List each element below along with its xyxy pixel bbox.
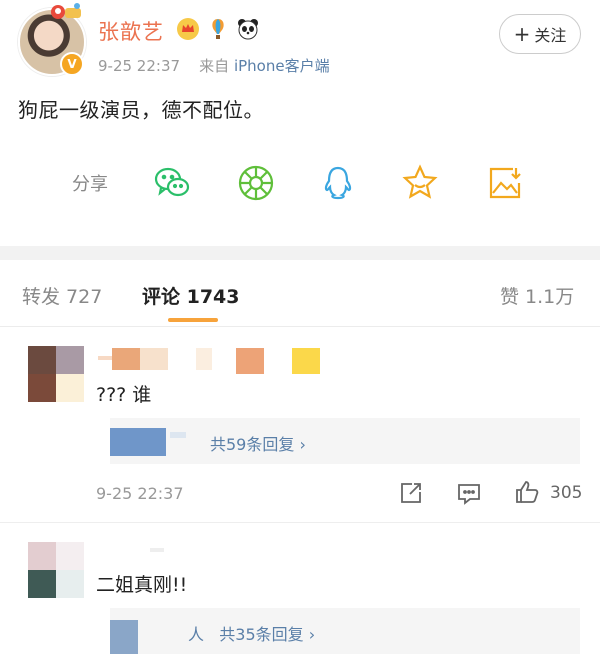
- commenter-name-redacted[interactable]: [98, 348, 320, 374]
- username[interactable]: 张歆艺: [98, 16, 164, 46]
- reply-summary[interactable]: 人 共35条回复 ›: [110, 608, 580, 654]
- save-image-icon[interactable]: [485, 163, 525, 203]
- reply-count-link[interactable]: 共59条回复 ›: [210, 431, 306, 455]
- crown-badge-icon: [177, 18, 199, 40]
- reply-comment-icon[interactable]: [456, 480, 482, 506]
- user-badges: [176, 17, 260, 41]
- chevron-right-icon: ›: [299, 435, 306, 454]
- tab-repost[interactable]: 转发 727: [22, 282, 102, 309]
- plus-icon: +: [513, 22, 531, 46]
- reply-avatar-redacted: [110, 620, 138, 654]
- comment-avatar[interactable]: [28, 542, 84, 598]
- reply-count-text: 共59条回复: [210, 435, 295, 454]
- post-timestamp: 9-25 22:37: [98, 57, 181, 75]
- comment-text: ??? 谁: [96, 384, 152, 406]
- comment-timestamp: 9-25 22:37: [96, 484, 184, 503]
- moments-icon[interactable]: [236, 163, 276, 203]
- post-source[interactable]: iPhone客户端: [234, 57, 330, 75]
- tab-comments[interactable]: 评论 1743: [142, 282, 240, 309]
- reply-count-link[interactable]: 人 共35条回复 ›: [188, 621, 315, 645]
- comment-text: 二姐真刚!!: [96, 574, 188, 596]
- comment-avatar[interactable]: [28, 346, 84, 402]
- tab-divider: [0, 326, 600, 327]
- section-divider: [0, 246, 600, 260]
- reply-summary[interactable]: 共59条回复 ›: [110, 418, 580, 464]
- reply-avatar-redacted: [110, 428, 166, 456]
- post-meta: 9-25 22:37 来自 iPhone客户端: [98, 55, 330, 76]
- avatar-decoration-icon: [51, 3, 81, 19]
- balloon-badge-icon: [212, 19, 224, 39]
- verified-badge-icon: V: [60, 52, 84, 76]
- reply-name-fragment: 人: [188, 625, 205, 644]
- tab-likes[interactable]: 赞 1.1万: [500, 282, 574, 309]
- favorite-icon[interactable]: [400, 163, 440, 203]
- like-count: 305: [550, 483, 583, 503]
- like-icon[interactable]: [514, 479, 540, 505]
- follow-label: 关注: [534, 26, 567, 45]
- wechat-icon[interactable]: [152, 163, 192, 203]
- reply-count-text: 共35条回复: [219, 625, 304, 644]
- source-prefix: 来自: [199, 57, 230, 75]
- chevron-right-icon: ›: [308, 625, 316, 644]
- follow-button[interactable]: + 关注: [499, 14, 581, 54]
- share-label: 分享: [72, 174, 108, 195]
- qq-icon[interactable]: [318, 163, 358, 203]
- post-text: 狗屁一级演员，德不配位。: [18, 98, 264, 122]
- active-tab-indicator: [168, 318, 218, 322]
- comment-divider: [0, 522, 600, 523]
- commenter-name-redacted[interactable]: [150, 548, 164, 552]
- share-comment-icon[interactable]: [398, 480, 424, 506]
- panda-badge-icon: [238, 19, 258, 40]
